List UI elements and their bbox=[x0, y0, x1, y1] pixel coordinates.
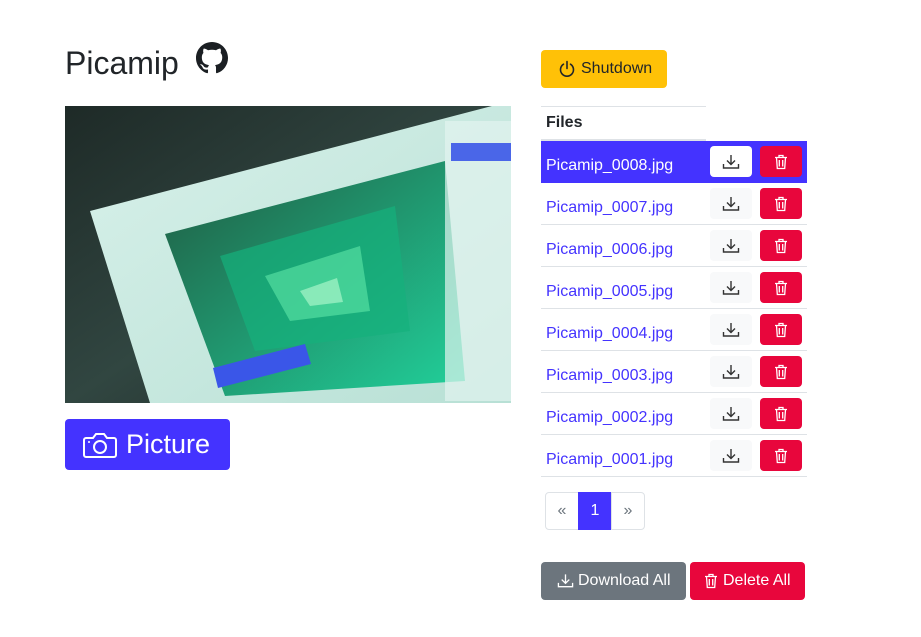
files-list: Picamip_0008.jpg Picamip_0007.jpg Picami… bbox=[541, 141, 807, 477]
trash-icon bbox=[775, 280, 787, 295]
file-row[interactable]: Picamip_0002.jpg bbox=[541, 393, 807, 435]
files-table-header: Files bbox=[541, 106, 706, 141]
download-file-button[interactable] bbox=[710, 188, 752, 219]
file-row[interactable]: Picamip_0006.jpg bbox=[541, 225, 807, 267]
delete-file-button[interactable] bbox=[760, 398, 802, 429]
picture-button-label: Picture bbox=[126, 429, 211, 459]
trash-icon bbox=[775, 364, 787, 379]
trash-icon bbox=[775, 448, 787, 463]
picture-button[interactable]: Picture bbox=[65, 419, 230, 470]
download-icon bbox=[722, 280, 740, 295]
delete-file-button[interactable] bbox=[760, 146, 802, 177]
download-file-button[interactable] bbox=[710, 398, 752, 429]
delete-file-button[interactable] bbox=[760, 188, 802, 219]
trash-icon bbox=[705, 573, 717, 589]
github-icon[interactable] bbox=[196, 42, 228, 74]
file-row[interactable]: Picamip_0001.jpg bbox=[541, 435, 807, 477]
file-row[interactable]: Picamip_0008.jpg bbox=[541, 141, 807, 183]
pagination-page-1[interactable]: 1 bbox=[578, 492, 612, 530]
power-icon bbox=[559, 60, 575, 77]
trash-icon bbox=[775, 196, 787, 211]
camera-icon bbox=[83, 432, 117, 458]
file-row[interactable]: Picamip_0003.jpg bbox=[541, 351, 807, 393]
pagination: « 1 » bbox=[545, 492, 645, 530]
pagination-prev[interactable]: « bbox=[545, 492, 579, 530]
file-row[interactable]: Picamip_0004.jpg bbox=[541, 309, 807, 351]
pagination-next[interactable]: » bbox=[611, 492, 645, 530]
download-icon bbox=[722, 238, 740, 253]
download-file-button[interactable] bbox=[710, 356, 752, 387]
download-icon bbox=[722, 196, 740, 211]
delete-file-button[interactable] bbox=[760, 314, 802, 345]
shutdown-button[interactable]: Shutdown bbox=[541, 50, 667, 88]
delete-all-label: Delete All bbox=[723, 572, 791, 589]
delete-file-button[interactable] bbox=[760, 356, 802, 387]
trash-icon bbox=[775, 154, 787, 169]
file-link[interactable]: Picamip_0001.jpg bbox=[546, 451, 673, 469]
download-icon bbox=[722, 448, 740, 463]
shutdown-button-label: Shutdown bbox=[581, 60, 653, 77]
download-icon bbox=[722, 322, 740, 337]
download-file-button[interactable] bbox=[710, 272, 752, 303]
delete-all-button[interactable]: Delete All bbox=[690, 562, 805, 600]
file-link[interactable]: Picamip_0005.jpg bbox=[546, 283, 673, 301]
file-link[interactable]: Picamip_0004.jpg bbox=[546, 325, 673, 343]
download-file-button[interactable] bbox=[710, 314, 752, 345]
delete-file-button[interactable] bbox=[760, 440, 802, 471]
camera-preview-image bbox=[65, 106, 511, 403]
file-link[interactable]: Picamip_0006.jpg bbox=[546, 241, 673, 259]
file-link[interactable]: Picamip_0003.jpg bbox=[546, 367, 673, 385]
download-icon bbox=[722, 154, 740, 169]
file-link[interactable]: Picamip_0007.jpg bbox=[546, 199, 673, 217]
download-all-label: Download All bbox=[578, 572, 671, 589]
trash-icon bbox=[775, 238, 787, 253]
trash-icon bbox=[775, 406, 787, 421]
download-file-button[interactable] bbox=[710, 230, 752, 261]
download-icon bbox=[722, 364, 740, 379]
download-file-button[interactable] bbox=[710, 146, 752, 177]
file-link[interactable]: Picamip_0008.jpg bbox=[546, 157, 673, 175]
page-title: Picamip bbox=[65, 45, 179, 81]
file-row[interactable]: Picamip_0007.jpg bbox=[541, 183, 807, 225]
file-row[interactable]: Picamip_0005.jpg bbox=[541, 267, 807, 309]
download-icon bbox=[722, 406, 740, 421]
download-all-button[interactable]: Download All bbox=[541, 562, 686, 600]
delete-file-button[interactable] bbox=[760, 230, 802, 261]
delete-file-button[interactable] bbox=[760, 272, 802, 303]
file-link[interactable]: Picamip_0002.jpg bbox=[546, 409, 673, 427]
download-icon bbox=[557, 574, 574, 588]
trash-icon bbox=[775, 322, 787, 337]
download-file-button[interactable] bbox=[710, 440, 752, 471]
